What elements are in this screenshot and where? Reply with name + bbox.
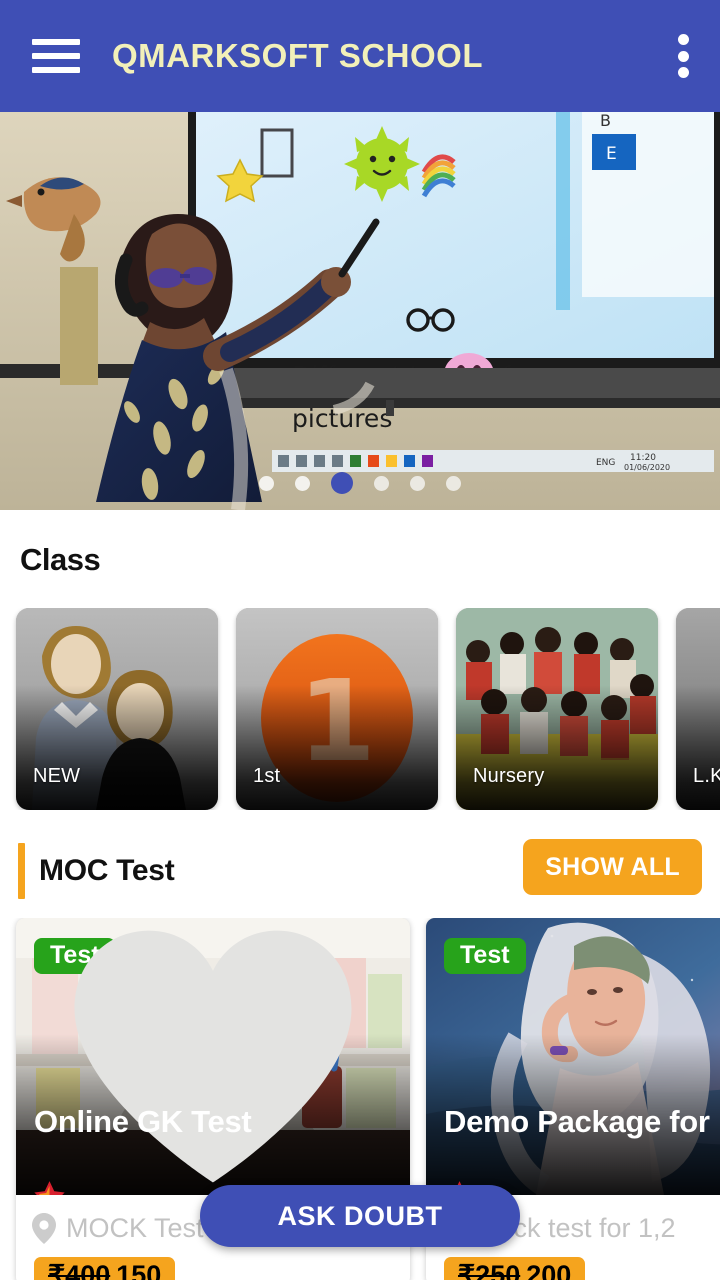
test-card-title: Demo Package for <box>444 1104 710 1139</box>
carousel-indicators[interactable] <box>0 472 720 494</box>
class-card-label: NEW <box>33 765 81 787</box>
favorite-heart-icon[interactable] <box>16 918 410 1195</box>
svg-text:E: E <box>606 144 617 164</box>
price-original: ₹250 <box>458 1260 521 1280</box>
class-card-nursery[interactable]: Nursery <box>456 608 658 810</box>
carousel-dot-4[interactable] <box>374 475 389 491</box>
show-all-button[interactable]: SHOW ALL <box>523 839 702 895</box>
hamburger-menu-icon[interactable] <box>32 39 80 73</box>
class-card-lkg[interactable]: L.K.G <box>676 608 720 810</box>
test-card-title: Online GK Test <box>34 1104 252 1139</box>
kebab-dot <box>677 50 689 62</box>
test-card-price: ₹250 200 <box>444 1257 586 1280</box>
moc-test-heading: MOC Test <box>39 854 175 887</box>
carousel-dot-2[interactable] <box>295 475 310 491</box>
ask-doubt-button[interactable]: ASK DOUBT <box>200 1185 520 1247</box>
carousel-dot-3-active[interactable] <box>331 472 353 494</box>
test-badge: Test <box>444 938 526 974</box>
hamburger-line <box>32 53 80 59</box>
svg-text:B: B <box>600 112 611 130</box>
class-card-label: 1st <box>253 765 281 787</box>
class-card-1st[interactable]: 1 1st <box>236 608 438 810</box>
price-original: ₹400 <box>48 1260 111 1280</box>
svg-text:11:20: 11:20 <box>630 453 656 463</box>
price-discounted: 200 <box>526 1260 572 1280</box>
section-accent-bar <box>18 843 25 899</box>
hero-banner-carousel[interactable]: Different types of pictures E B 11:20 01… <box>0 112 720 510</box>
svg-text:ENG: ENG <box>596 458 615 468</box>
carousel-dot-1[interactable] <box>259 475 274 491</box>
class-section-heading: Class <box>20 542 101 577</box>
star-half-icon <box>34 1181 65 1195</box>
price-discounted: 150 <box>116 1260 162 1280</box>
test-card-media: Test Demo Package for <box>426 918 720 1195</box>
class-card-list[interactable]: NEW 1 1st <box>0 608 720 810</box>
svg-text:01/06/2020: 01/06/2020 <box>624 463 670 472</box>
hero-image: Different types of pictures E B 11:20 01… <box>0 112 720 510</box>
class-card-label: Nursery <box>473 765 545 787</box>
kebab-dot <box>677 67 689 78</box>
test-card-subtitle: MOCK Test <box>66 1213 204 1243</box>
carousel-dot-5[interactable] <box>410 475 425 491</box>
location-pin-icon <box>32 1213 56 1244</box>
hamburger-line <box>32 67 80 73</box>
moc-test-section-header: MOC Test SHOW ALL <box>0 832 720 910</box>
app-title: QMARKSOFT SCHOOL <box>112 37 483 74</box>
card-gradient-overlay <box>676 684 720 810</box>
test-card-price: ₹400 150 <box>34 1257 176 1280</box>
class-card-new[interactable]: NEW <box>16 608 218 810</box>
card-gradient-overlay <box>236 684 438 810</box>
hamburger-line <box>32 39 80 45</box>
carousel-dot-6[interactable] <box>446 475 461 491</box>
test-card-media: ONLINE LEARNING Test Online GK Test <box>16 918 410 1195</box>
class-card-label: L.K.G <box>693 765 720 787</box>
kebab-dot <box>677 34 689 45</box>
more-vertical-icon[interactable] <box>676 34 690 78</box>
card-gradient-overlay <box>456 684 658 810</box>
card-gradient-overlay <box>16 684 218 810</box>
app-bar: QMARKSOFT SCHOOL <box>0 0 720 112</box>
